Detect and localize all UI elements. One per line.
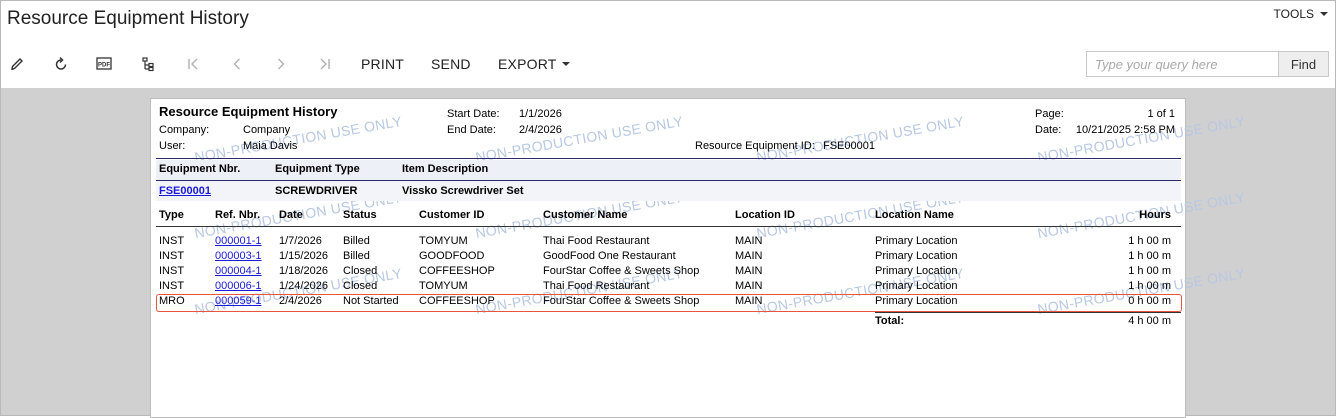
- row-location-id: MAIN: [735, 235, 763, 247]
- row-location-name: Primary Location: [875, 250, 958, 262]
- ref-nbr-link[interactable]: 000004-1: [215, 265, 262, 277]
- row-customer-name: FourStar Coffee & Sweets Shop: [543, 265, 700, 277]
- pdf-icon[interactable]: PDF: [94, 54, 114, 74]
- row-type: INST: [159, 250, 185, 262]
- tree-icon[interactable]: [138, 54, 158, 74]
- equipment-nbr-link[interactable]: FSE00001: [159, 185, 211, 197]
- row-customer-id: COFFEESHOP: [419, 265, 495, 277]
- row-date: 1/24/2026: [279, 280, 328, 292]
- search-input[interactable]: [1087, 52, 1278, 76]
- search-box: Find: [1086, 51, 1329, 77]
- page-value: 1 of 1: [1147, 108, 1175, 120]
- row-customer-name: Thai Food Restaurant: [543, 235, 650, 247]
- row-hours: 1 h 00 m: [1128, 235, 1171, 247]
- equipment-id-label: Resource Equipment ID:: [695, 140, 815, 152]
- row-customer-name: Thai Food Restaurant: [543, 280, 650, 292]
- tools-menu[interactable]: TOOLS: [1274, 7, 1328, 21]
- user-value: Maia Davis: [243, 140, 298, 152]
- page-title: Resource Equipment History: [7, 8, 249, 29]
- tools-label: TOOLS: [1273, 7, 1314, 21]
- col-type: Type: [159, 209, 184, 221]
- send-button[interactable]: SEND: [431, 56, 471, 72]
- end-date-label: End Date:: [447, 124, 496, 136]
- row-type: INST: [159, 235, 185, 247]
- row-location-name: Primary Location: [875, 280, 958, 292]
- row-status: Closed: [343, 280, 378, 292]
- chevron-down-icon: [1320, 12, 1328, 16]
- company-label: Company:: [159, 124, 210, 136]
- row-date: 1/15/2026: [279, 250, 328, 262]
- row-location-id: MAIN: [735, 250, 763, 262]
- row-hours: 1 h 00 m: [1128, 265, 1171, 277]
- col-customer-name: Customer Name: [543, 209, 628, 221]
- col-equipment-type: Equipment Type: [275, 163, 360, 175]
- col-hours: Hours: [1139, 209, 1171, 221]
- col-location-name: Location Name: [875, 209, 954, 221]
- equipment-id-value: FSE00001: [823, 140, 875, 152]
- start-date-value: 1/1/2026: [519, 108, 562, 120]
- col-customer-id: Customer ID: [419, 209, 485, 221]
- report-title: Resource Equipment History: [159, 104, 338, 119]
- row-status: Closed: [343, 265, 378, 277]
- row-hours: 1 h 00 m: [1128, 280, 1171, 292]
- start-date-label: Start Date:: [447, 108, 500, 120]
- row-location-id: MAIN: [735, 280, 763, 292]
- total-label: Total:: [875, 315, 905, 327]
- company-value: Company: [243, 124, 291, 136]
- edit-icon[interactable]: [7, 54, 27, 74]
- next-icon[interactable]: [271, 54, 291, 74]
- row-hours: 1 h 00 m: [1128, 250, 1171, 262]
- chevron-down-icon: [562, 62, 570, 66]
- ref-nbr-link[interactable]: 000006-1: [215, 280, 262, 292]
- row-date: 1/18/2026: [279, 265, 328, 277]
- item-description: Vissko Screwdriver Set: [402, 185, 524, 197]
- col-ref-nbr: Ref. Nbr.: [215, 209, 261, 221]
- row-customer-id: GOODFOOD: [419, 250, 485, 262]
- row-customer-id: TOMYUM: [419, 280, 468, 292]
- user-label: User:: [159, 140, 186, 152]
- equipment-type: SCREWDRIVER: [275, 185, 358, 197]
- report-page: NON-PRODUCTION USE ONLY NON-PRODUCTION U…: [150, 98, 1246, 418]
- row-status: Billed: [343, 250, 370, 262]
- col-location-id: Location ID: [735, 209, 795, 221]
- row-type: INST: [159, 280, 185, 292]
- previous-icon[interactable]: [227, 54, 247, 74]
- svg-text:PDF: PDF: [98, 63, 110, 69]
- row-highlight: [156, 294, 1182, 312]
- col-equipment-nbr: Equipment Nbr.: [159, 163, 241, 175]
- date-value: 10/21/2025 2:58 PM: [1075, 124, 1175, 136]
- total-value: 4 h 00 m: [1128, 315, 1171, 327]
- col-status: Status: [343, 209, 377, 221]
- date-label: Date:: [1035, 124, 1062, 136]
- row-customer-id: TOMYUM: [419, 235, 468, 247]
- report-viewer[interactable]: NON-PRODUCTION USE ONLY NON-PRODUCTION U…: [1, 88, 1335, 418]
- total-divider: [875, 312, 1181, 313]
- col-date: Date: [279, 209, 303, 221]
- col-item-description: Item Description: [402, 163, 489, 175]
- row-date: 1/7/2026: [279, 235, 322, 247]
- end-date-value: 2/4/2026: [519, 124, 562, 136]
- divider: [156, 226, 1181, 227]
- row-location-id: MAIN: [735, 265, 763, 277]
- last-icon[interactable]: [315, 54, 335, 74]
- export-button[interactable]: EXPORT: [498, 56, 557, 72]
- print-button[interactable]: PRINT: [361, 56, 404, 72]
- page-label: Page:: [1035, 108, 1064, 120]
- first-icon[interactable]: [183, 54, 203, 74]
- row-status: Billed: [343, 235, 370, 247]
- ref-nbr-link[interactable]: 000001-1: [215, 235, 262, 247]
- ref-nbr-link[interactable]: 000003-1: [215, 250, 262, 262]
- row-location-name: Primary Location: [875, 235, 958, 247]
- refresh-icon[interactable]: [51, 54, 71, 74]
- find-button[interactable]: Find: [1278, 52, 1328, 76]
- row-type: INST: [159, 265, 185, 277]
- divider: [156, 158, 1181, 159]
- row-customer-name: GoodFood One Restaurant: [543, 250, 676, 262]
- row-location-name: Primary Location: [875, 265, 958, 277]
